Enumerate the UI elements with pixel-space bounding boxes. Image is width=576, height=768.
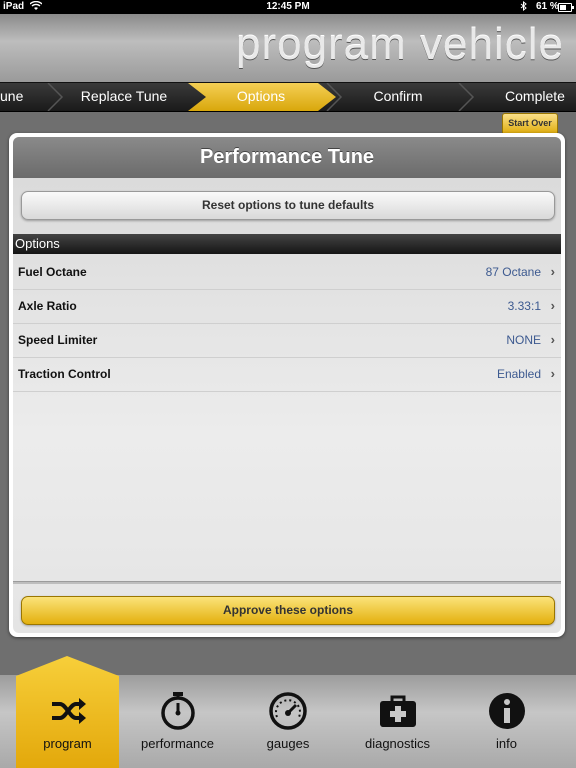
stopwatch-icon: [158, 691, 198, 731]
option-label: Traction Control: [18, 367, 111, 381]
option-value: Enabled: [496, 367, 541, 381]
option-row-traction-control[interactable]: Traction Control Enabled ›: [13, 358, 561, 392]
app-header: program vehicle: [0, 14, 576, 82]
breadcrumb-item-complete[interactable]: Complete: [480, 83, 576, 111]
option-label: Speed Limiter: [18, 333, 98, 347]
performance-tune-panel: Performance Tune Reset options to tune d…: [9, 133, 565, 637]
option-row-axle-ratio[interactable]: Axle Ratio 3.33:1 ›: [13, 290, 561, 324]
panel-title: Performance Tune: [13, 137, 561, 178]
tab-diagnostics[interactable]: diagnostics: [346, 675, 449, 768]
chevron-separator-icon: [458, 83, 475, 111]
option-row-fuel-octane[interactable]: Fuel Octane 87 Octane ›: [13, 256, 561, 290]
option-label: Axle Ratio: [18, 299, 77, 313]
approve-options-button[interactable]: Approve these options: [21, 596, 555, 625]
breadcrumb-item-confirm[interactable]: Confirm: [343, 83, 453, 111]
reset-defaults-button[interactable]: Reset options to tune defaults: [21, 191, 555, 220]
tab-info[interactable]: info: [455, 675, 558, 768]
breadcrumb: une Replace Tune Options Confirm Complet…: [0, 82, 576, 112]
shuffle-icon: [48, 691, 88, 731]
battery-percent: 61 %: [536, 1, 559, 12]
first-aid-kit-icon: [378, 691, 418, 731]
chevron-right-icon: ›: [550, 366, 555, 381]
start-over-button[interactable]: Start Over: [502, 113, 558, 134]
tab-label: diagnostics: [364, 736, 431, 751]
chevron-separator-icon: [326, 83, 343, 111]
tab-label: program: [43, 736, 92, 751]
option-label: Fuel Octane: [18, 265, 87, 279]
option-value: 3.33:1: [507, 299, 541, 313]
clock: 12:45 PM: [266, 1, 310, 12]
page-title: program vehicle: [235, 20, 564, 69]
breadcrumb-item-replace-tune[interactable]: Replace Tune: [64, 83, 184, 111]
tab-gauges[interactable]: gauges: [236, 675, 340, 768]
tab-performance[interactable]: performance: [125, 675, 230, 768]
option-row-speed-limiter[interactable]: Speed Limiter NONE ›: [13, 324, 561, 358]
chevron-right-icon: ›: [550, 298, 555, 313]
battery-icon: [558, 3, 574, 12]
tab-program[interactable]: program: [16, 675, 119, 768]
options-list: Fuel Octane 87 Octane › Axle Ratio 3.33:…: [13, 256, 561, 392]
chevron-right-icon: ›: [550, 332, 555, 347]
tab-label: performance: [141, 736, 214, 751]
options-section-header: Options: [13, 234, 561, 254]
gauge-icon: [268, 691, 308, 731]
breadcrumb-item-select-tune[interactable]: une: [0, 83, 26, 111]
status-bar: iPad 12:45 PM 61 %: [0, 0, 576, 14]
tab-label: gauges: [266, 736, 310, 751]
option-value: 87 Octane: [485, 265, 541, 279]
bluetooth-icon: [520, 0, 527, 14]
panel-divider: [13, 581, 561, 584]
breadcrumb-item-options[interactable]: Options: [206, 83, 316, 111]
option-value: NONE: [506, 333, 541, 347]
tab-label: info: [496, 736, 517, 751]
chevron-right-icon: ›: [550, 264, 555, 279]
chevron-separator-icon: [47, 83, 64, 111]
info-icon: [487, 691, 527, 731]
